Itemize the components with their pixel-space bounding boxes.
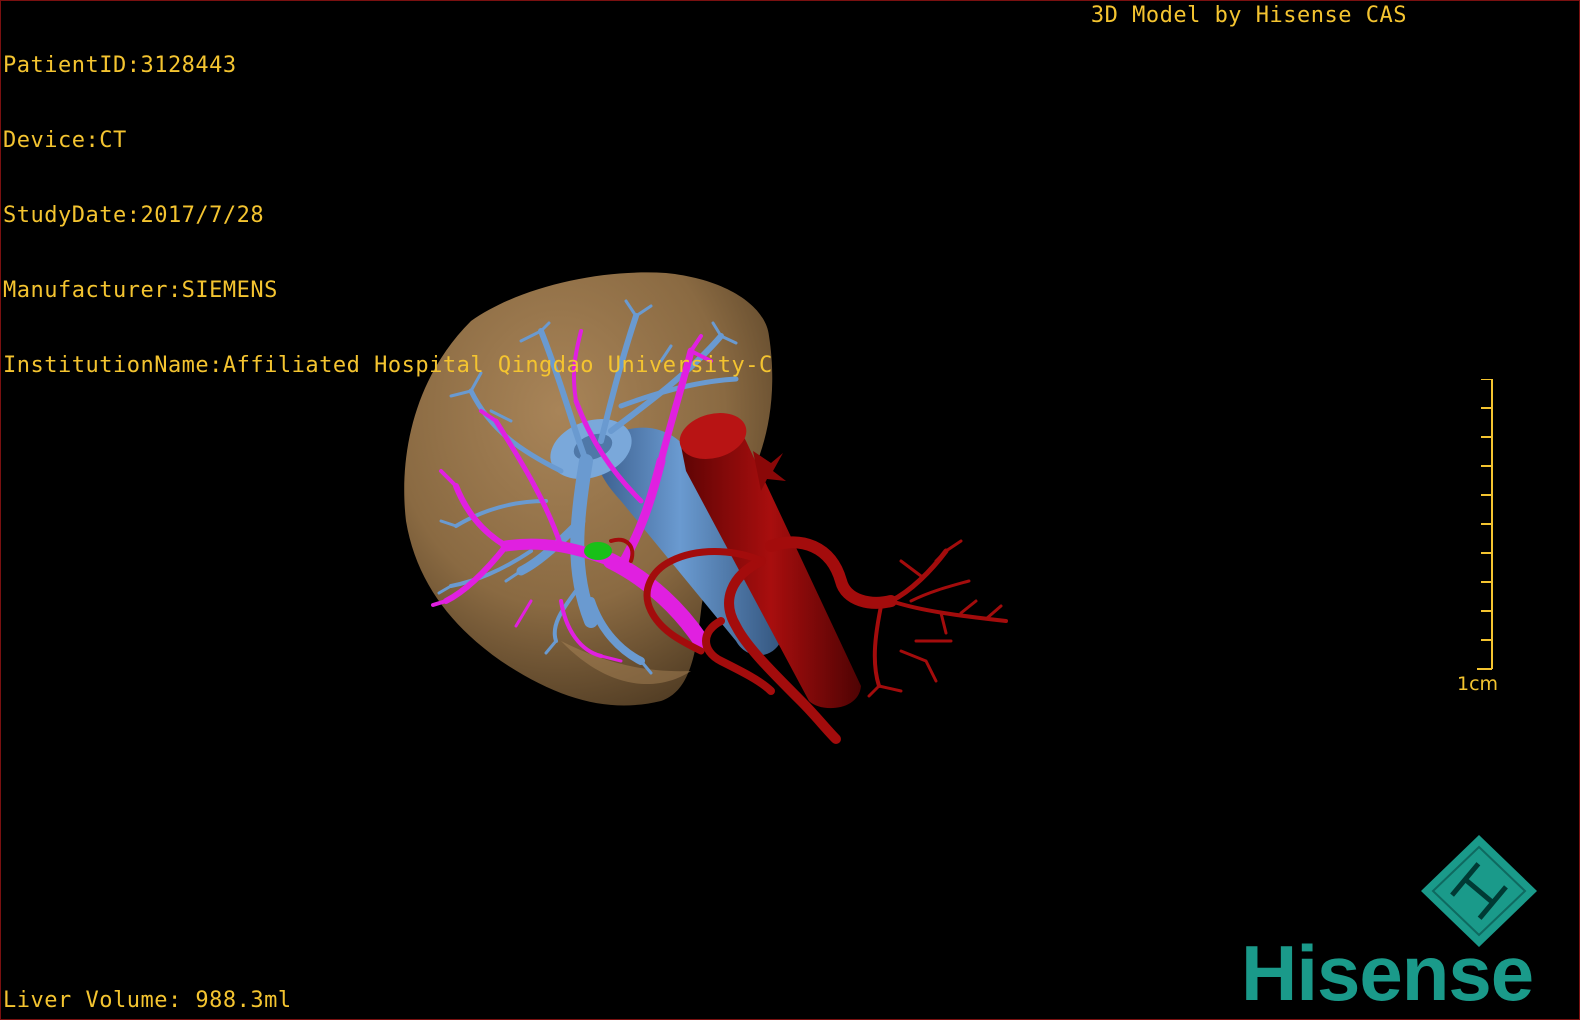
liver-volume-text: Liver Volume: 988.3ml <box>3 988 292 1013</box>
manufacturer-text: Manufacturer:SIEMENS <box>3 278 278 303</box>
model-brand-caption: 3D Model by Hisense CAS <box>1090 3 1407 28</box>
scale-label: 1cm <box>1457 673 1499 695</box>
study-info-overlay: PatientID:3128443 Device:CT StudyDate:20… <box>3 3 773 428</box>
patient-id-text: PatientID:3128443 <box>3 53 237 78</box>
3d-viewport[interactable]: PatientID:3128443 Device:CT StudyDate:20… <box>0 0 1580 1020</box>
gallbladder <box>584 542 612 560</box>
device-text: Device:CT <box>3 128 127 153</box>
study-date-text: StudyDate:2017/7/28 <box>3 203 265 228</box>
institution-text: InstitutionName:Affiliated Hospital Qing… <box>3 353 773 378</box>
hisense-logo-word: Hisense <box>1241 929 1534 1017</box>
scale-bar <box>1477 379 1493 670</box>
